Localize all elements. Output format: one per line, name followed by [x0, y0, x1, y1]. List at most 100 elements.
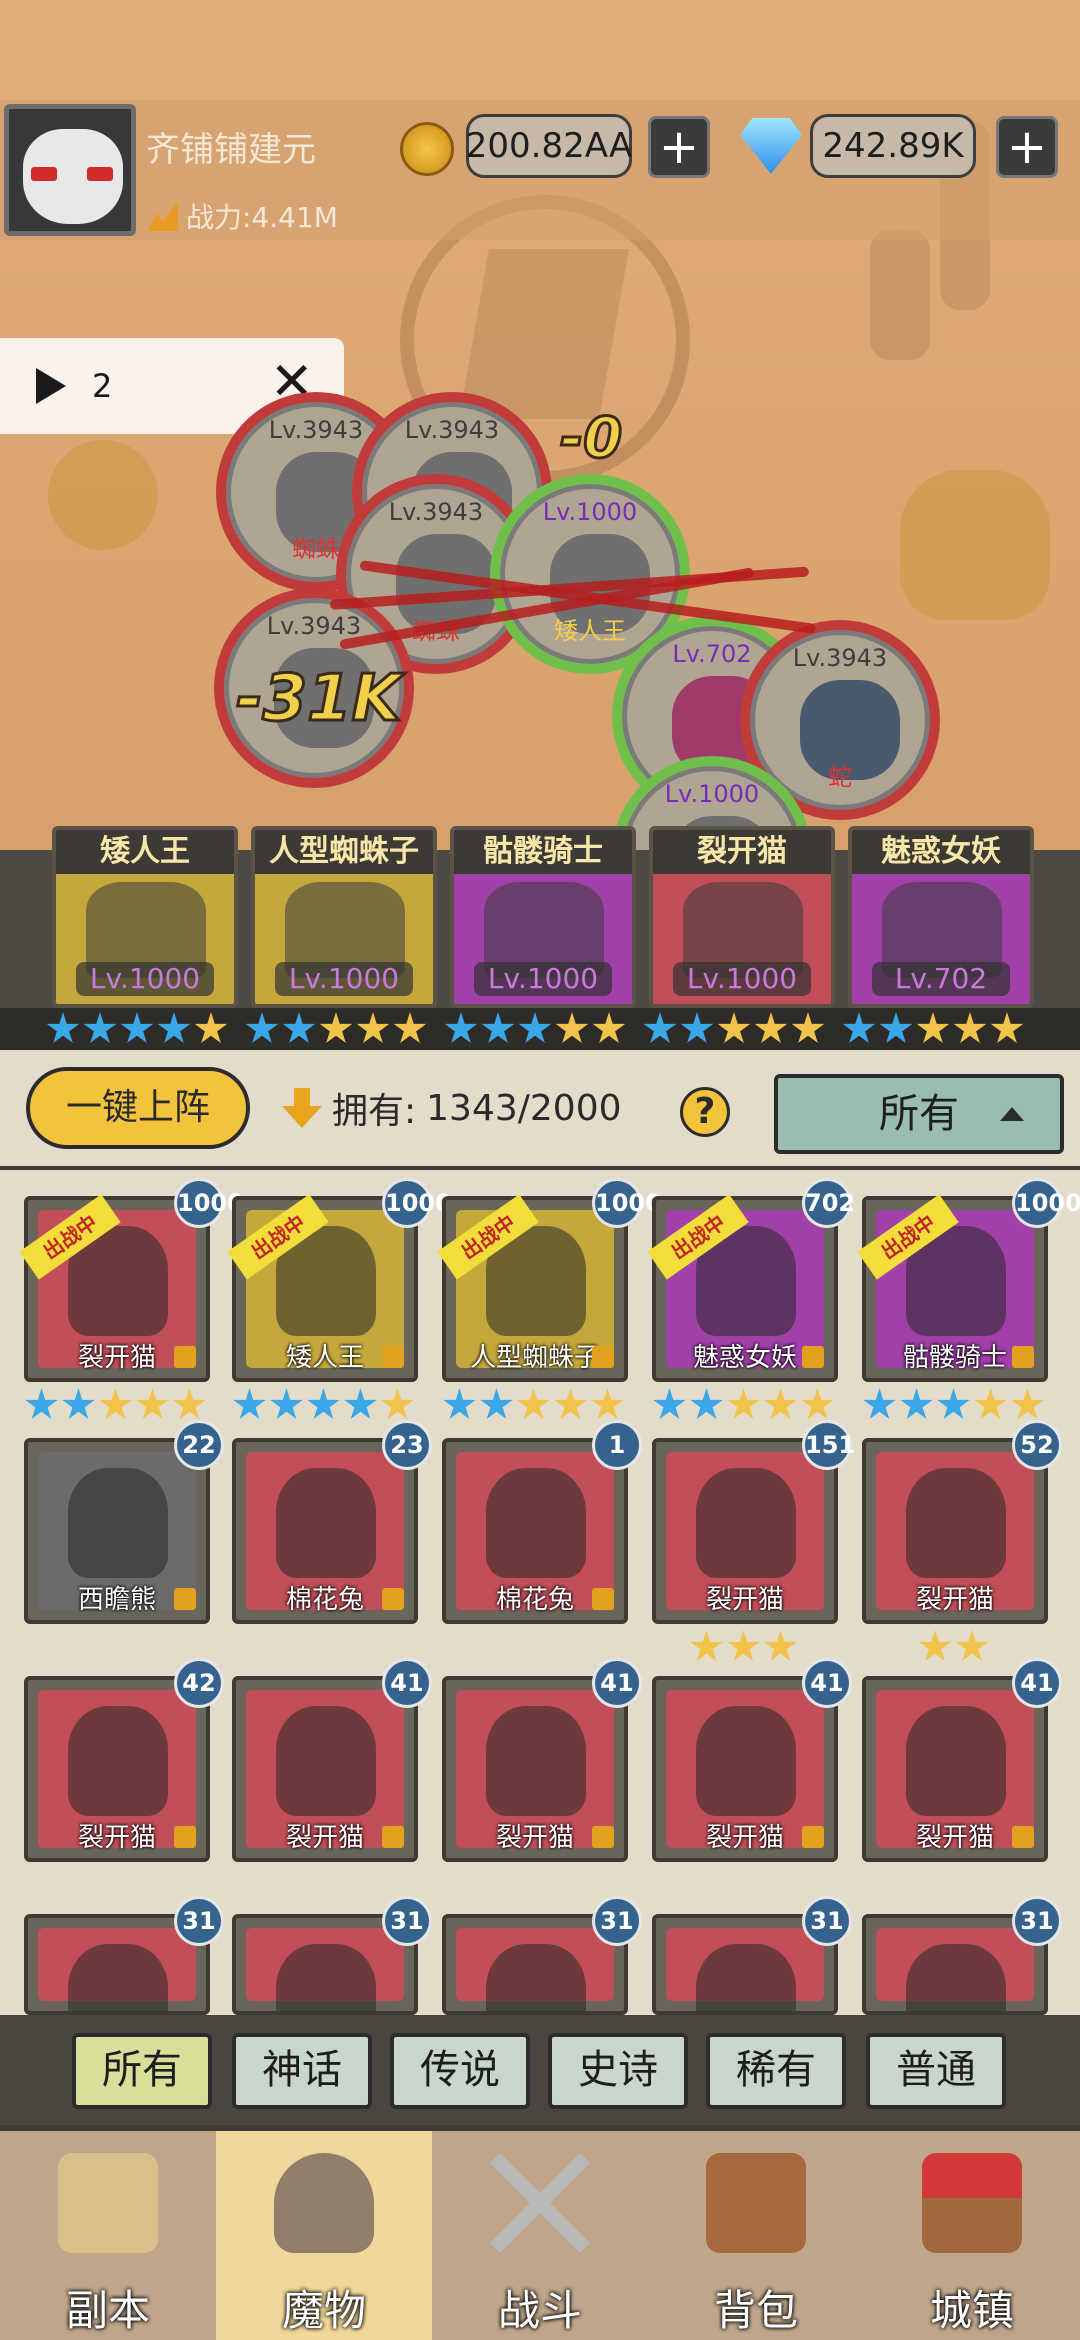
- star-icon: [157, 1012, 191, 1043]
- add-diamond-button[interactable]: +: [996, 116, 1058, 178]
- damage-number: -0: [558, 405, 623, 473]
- star-icon: [953, 1012, 987, 1043]
- star-icon: [842, 1012, 876, 1043]
- nav-battle[interactable]: 战斗: [432, 2131, 648, 2340]
- star-icon: [879, 1012, 913, 1043]
- owned-count: 拥有: 1343/2000: [282, 1082, 622, 1134]
- deploy-all-button[interactable]: 一键上阵: [26, 1067, 250, 1149]
- play-icon[interactable]: [36, 368, 66, 404]
- star-icon: [307, 1388, 340, 1419]
- monster-portrait: [906, 1944, 1006, 2011]
- level-badge: 1000: [592, 1178, 662, 1228]
- combat-power-value: 战力:4.41M: [186, 201, 338, 234]
- star-icon: [727, 1388, 760, 1419]
- star-rating: [443, 1388, 625, 1422]
- star-rating: [46, 1012, 228, 1046]
- monster-card[interactable]: 裂开猫: [232, 1676, 418, 1862]
- lock-icon[interactable]: [592, 1588, 614, 1610]
- monster-card[interactable]: 棉花兔: [232, 1438, 418, 1624]
- tab-rarity-mythic[interactable]: 神话: [232, 2033, 372, 2109]
- monster-card[interactable]: 裂开猫: [862, 1676, 1048, 1862]
- monster-card[interactable]: 西瞻熊: [24, 1438, 210, 1624]
- level-badge: 31: [802, 1896, 852, 1946]
- lock-icon[interactable]: [174, 1826, 196, 1848]
- star-icon: [690, 1388, 723, 1419]
- star-icon: [643, 1012, 677, 1043]
- star-icon: [937, 1388, 970, 1419]
- level-badge: 41: [1012, 1658, 1062, 1708]
- player-avatar[interactable]: [4, 104, 136, 236]
- star-icon: [900, 1388, 933, 1419]
- star-icon: [764, 1630, 797, 1661]
- diamond-amount: 242.89K: [810, 114, 976, 178]
- lineup-card[interactable]: 人型蜘蛛子 Lv.1000: [251, 826, 437, 1008]
- level-badge: 1: [592, 1420, 642, 1470]
- shop-icon: [922, 2153, 1022, 2253]
- star-icon: [381, 1388, 414, 1419]
- star-icon: [46, 1012, 80, 1043]
- tab-rarity-all[interactable]: 所有: [72, 2033, 212, 2109]
- nav-backpack[interactable]: 背包: [648, 2131, 864, 2340]
- tab-rarity-legendary[interactable]: 传说: [390, 2033, 530, 2109]
- nav-dungeon[interactable]: 副本: [0, 2131, 216, 2340]
- nav-monsters[interactable]: 魔物: [216, 2131, 432, 2340]
- tab-rarity-common[interactable]: 普通: [866, 2033, 1006, 2109]
- unit-level: Lv.1000: [542, 498, 638, 526]
- lineup-card[interactable]: 裂开猫 Lv.1000: [649, 826, 835, 1008]
- monster-card[interactable]: 裂开猫: [652, 1676, 838, 1862]
- cat-statue-decoration: [900, 470, 1050, 620]
- monster-portrait: [906, 1468, 1006, 1578]
- star-icon: [1011, 1388, 1044, 1419]
- lineup-card-name: 骷髅骑士: [454, 830, 632, 874]
- star-icon: [555, 1012, 589, 1043]
- lock-icon[interactable]: [382, 1826, 404, 1848]
- star-icon: [481, 1012, 515, 1043]
- star-icon: [801, 1388, 834, 1419]
- star-icon: [754, 1012, 788, 1043]
- nav-town[interactable]: 城镇: [864, 2131, 1080, 2340]
- lock-icon[interactable]: [802, 1346, 824, 1368]
- tab-rarity-epic[interactable]: 史诗: [548, 2033, 688, 2109]
- combat-power: 战力:4.41M: [148, 196, 338, 236]
- backpack-icon: [706, 2153, 806, 2253]
- monster-portrait: [486, 1706, 586, 1816]
- help-button[interactable]: ?: [680, 1087, 730, 1137]
- lineup-card[interactable]: 骷髅骑士 Lv.1000: [450, 826, 636, 1008]
- star-icon: [764, 1388, 797, 1419]
- avatar-eye: [31, 167, 57, 181]
- lock-icon[interactable]: [592, 1346, 614, 1368]
- lock-icon[interactable]: [382, 1346, 404, 1368]
- lock-icon[interactable]: [1012, 1346, 1034, 1368]
- tab-rarity-rare[interactable]: 稀有: [706, 2033, 846, 2109]
- monster-portrait: [68, 1468, 168, 1578]
- monster-card[interactable]: 裂开猫: [652, 1438, 838, 1624]
- add-gold-button[interactable]: +: [648, 116, 710, 178]
- monster-card[interactable]: 裂开猫: [442, 1676, 628, 1862]
- lineup-card[interactable]: 矮人王 Lv.1000: [52, 826, 238, 1008]
- lock-icon[interactable]: [174, 1346, 196, 1368]
- star-icon: [120, 1012, 154, 1043]
- star-icon: [791, 1012, 825, 1043]
- star-icon: [592, 1012, 626, 1043]
- lock-icon[interactable]: [382, 1588, 404, 1610]
- lock-icon[interactable]: [592, 1826, 614, 1848]
- monster-card[interactable]: 裂开猫: [24, 1676, 210, 1862]
- star-icon: [727, 1630, 760, 1661]
- star-icon: [517, 1388, 550, 1419]
- unit-level: Lv.1000: [664, 780, 760, 808]
- level-badge: 23: [382, 1420, 432, 1470]
- monster-card[interactable]: 棉花兔: [442, 1438, 628, 1624]
- monster-name: 裂开猫: [915, 1585, 994, 1615]
- star-icon: [653, 1388, 686, 1419]
- monster-card[interactable]: 裂开猫: [862, 1438, 1048, 1624]
- star-icon: [136, 1388, 169, 1419]
- monster-name: 裂开猫: [705, 1585, 784, 1615]
- star-rating: [918, 1630, 989, 1664]
- lineup-card[interactable]: 魅惑女妖 Lv.702: [848, 826, 1034, 1008]
- unit-level: Lv.3943: [388, 498, 484, 526]
- star-rating: [690, 1630, 798, 1664]
- lock-icon[interactable]: [1012, 1826, 1034, 1848]
- star-icon: [480, 1388, 513, 1419]
- lock-icon[interactable]: [174, 1588, 196, 1610]
- lock-icon[interactable]: [802, 1826, 824, 1848]
